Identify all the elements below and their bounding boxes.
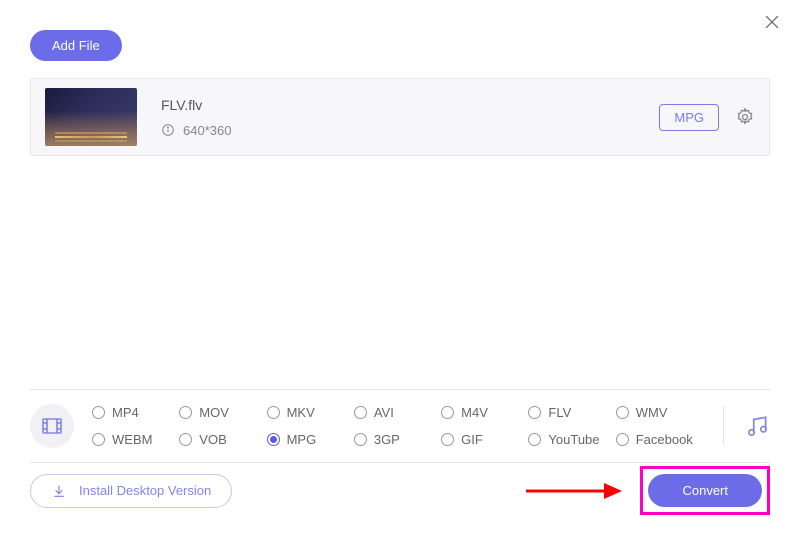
format-radio-label: VOB — [199, 432, 226, 447]
convert-highlight-box: Convert — [640, 466, 770, 515]
format-radio-label: M4V — [461, 405, 488, 420]
format-radio-label: WMV — [636, 405, 668, 420]
format-radio-youtube[interactable]: YouTube — [528, 432, 615, 447]
format-radio-label: MPG — [287, 432, 317, 447]
video-type-icon[interactable] — [30, 404, 74, 448]
format-radio-mov[interactable]: MOV — [179, 405, 266, 420]
format-radio-mpg[interactable]: MPG — [267, 432, 354, 447]
file-metadata: FLV.flv 640*360 — [161, 97, 659, 138]
radio-icon — [92, 433, 105, 446]
download-icon — [51, 483, 67, 499]
radio-icon — [354, 406, 367, 419]
radio-icon — [441, 406, 454, 419]
format-radio-3gp[interactable]: 3GP — [354, 432, 441, 447]
format-radio-vob[interactable]: VOB — [179, 432, 266, 447]
file-thumbnail[interactable] — [45, 88, 137, 146]
format-radio-label: YouTube — [548, 432, 599, 447]
add-file-button[interactable]: Add File — [30, 30, 122, 61]
radio-icon — [616, 433, 629, 446]
format-radio-facebook[interactable]: Facebook — [616, 432, 703, 447]
radio-icon — [179, 406, 192, 419]
format-radio-m4v[interactable]: M4V — [441, 405, 528, 420]
format-selection-panel: MP4 MOV MKV AVI M4V FLV WMV WEBM VOB MPG 3GP GIF You… — [30, 389, 770, 463]
gear-icon[interactable] — [735, 107, 755, 127]
format-radio-flv[interactable]: FLV — [528, 405, 615, 420]
format-radio-avi[interactable]: AVI — [354, 405, 441, 420]
format-radio-label: MP4 — [112, 405, 139, 420]
music-icon[interactable] — [744, 413, 770, 439]
format-radio-wmv[interactable]: WMV — [616, 405, 703, 420]
convert-button[interactable]: Convert — [648, 474, 762, 507]
radio-icon — [528, 433, 541, 446]
file-row: FLV.flv 640*360 MPG — [30, 78, 770, 156]
format-radio-label: 3GP — [374, 432, 400, 447]
format-radio-label: AVI — [374, 405, 394, 420]
radio-icon — [441, 433, 454, 446]
radio-icon — [92, 406, 105, 419]
format-radio-webm[interactable]: WEBM — [92, 432, 179, 447]
format-radio-label: Facebook — [636, 432, 693, 447]
format-radio-gif[interactable]: GIF — [441, 432, 528, 447]
format-radio-label: WEBM — [112, 432, 152, 447]
install-desktop-button[interactable]: Install Desktop Version — [30, 474, 232, 508]
bottom-bar: Install Desktop Version Convert — [30, 466, 770, 515]
format-radio-label: MOV — [199, 405, 229, 420]
file-name-label: FLV.flv — [161, 97, 659, 113]
radio-icon — [267, 406, 280, 419]
radio-icon — [528, 406, 541, 419]
radio-icon — [267, 433, 280, 446]
format-radio-label: FLV — [548, 405, 571, 420]
radio-icon — [179, 433, 192, 446]
radio-icon — [354, 433, 367, 446]
radio-icon — [616, 406, 629, 419]
format-radio-label: GIF — [461, 432, 483, 447]
format-radio-label: MKV — [287, 405, 315, 420]
format-radio-mkv[interactable]: MKV — [267, 405, 354, 420]
install-desktop-label: Install Desktop Version — [79, 483, 211, 498]
file-dimensions: 640*360 — [183, 123, 231, 138]
info-icon[interactable] — [161, 123, 175, 137]
panel-divider — [723, 406, 724, 446]
format-radio-mp4[interactable]: MP4 — [92, 405, 179, 420]
close-icon[interactable] — [762, 12, 782, 32]
arrow-annotation — [522, 477, 622, 505]
output-format-badge[interactable]: MPG — [659, 104, 719, 131]
